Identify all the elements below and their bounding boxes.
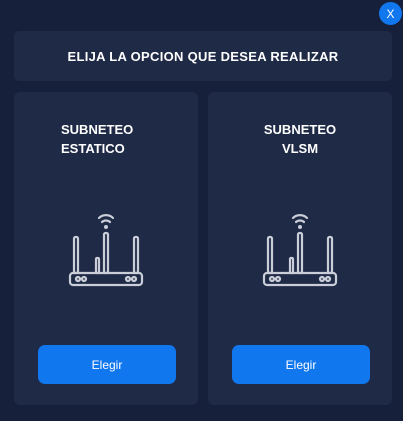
router-icon	[262, 214, 338, 287]
elegir-button-vlsm[interactable]: Elegir	[232, 345, 370, 384]
option-title-line1: SUBNETEO	[61, 122, 134, 137]
option-title-line2: VLSM	[281, 141, 319, 156]
option-card-vlsm: SUBNETEO VLSM Elegir	[208, 92, 392, 405]
close-button[interactable]: X	[379, 2, 402, 25]
header-panel: ELIJA LA OPCION QUE DESEA REALIZAR	[14, 31, 392, 81]
option-card-estatico: SUBNETEO ESTATICO Elegir	[14, 92, 198, 405]
router-icon	[68, 214, 144, 287]
option-title: SUBNETEO VLSM	[208, 120, 392, 158]
elegir-button-estatico[interactable]: Elegir	[38, 345, 176, 384]
page-title: ELIJA LA OPCION QUE DESEA REALIZAR	[67, 48, 339, 64]
option-title-line2: ESTATICO	[61, 141, 125, 156]
option-title-line1: SUBNETEO	[263, 122, 337, 137]
option-title: SUBNETEO ESTATICO	[61, 120, 133, 158]
